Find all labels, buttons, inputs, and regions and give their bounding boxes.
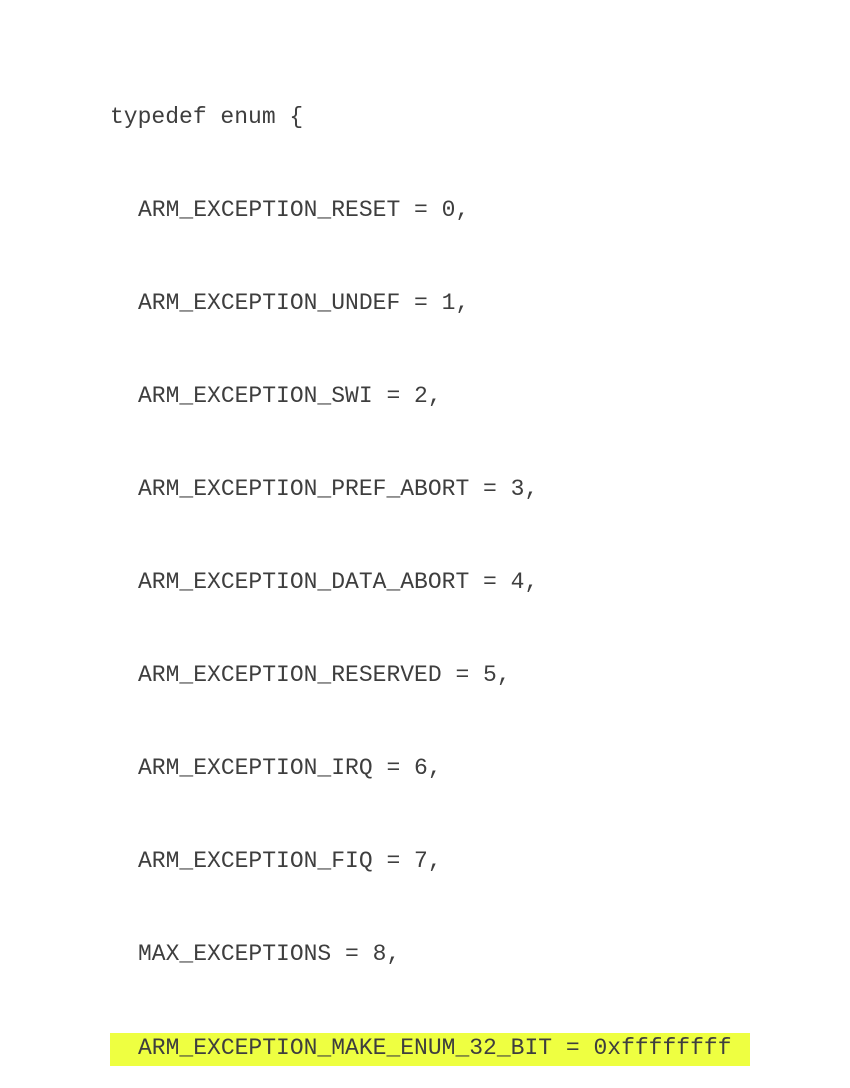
page: typedef enum { ARM_EXCEPTION_RESET = 0, … — [0, 0, 850, 544]
code-line-6: ARM_EXCEPTION_RESERVED = 5, — [110, 660, 850, 691]
code-line-8: ARM_EXCEPTION_FIQ = 7, — [110, 846, 850, 877]
code-line-3: ARM_EXCEPTION_SWI = 2, — [110, 381, 850, 412]
code-line-highlighted: ARM_EXCEPTION_MAKE_ENUM_32_BIT = 0xfffff… — [110, 1033, 798, 1066]
code-line-7: ARM_EXCEPTION_IRQ = 6, — [110, 753, 850, 784]
code-line-4: ARM_EXCEPTION_PREF_ABORT = 3, — [110, 474, 850, 505]
code-line-1: ARM_EXCEPTION_RESET = 0, — [110, 195, 850, 226]
code-line-5: ARM_EXCEPTION_DATA_ABORT = 4, — [110, 567, 850, 598]
code-line-2: ARM_EXCEPTION_UNDEF = 1, — [110, 288, 850, 319]
code-line-0: typedef enum { — [110, 102, 850, 133]
code-block: typedef enum { ARM_EXCEPTION_RESET = 0, … — [110, 40, 850, 1088]
code-line-9: MAX_EXCEPTIONS = 8, — [110, 939, 850, 970]
